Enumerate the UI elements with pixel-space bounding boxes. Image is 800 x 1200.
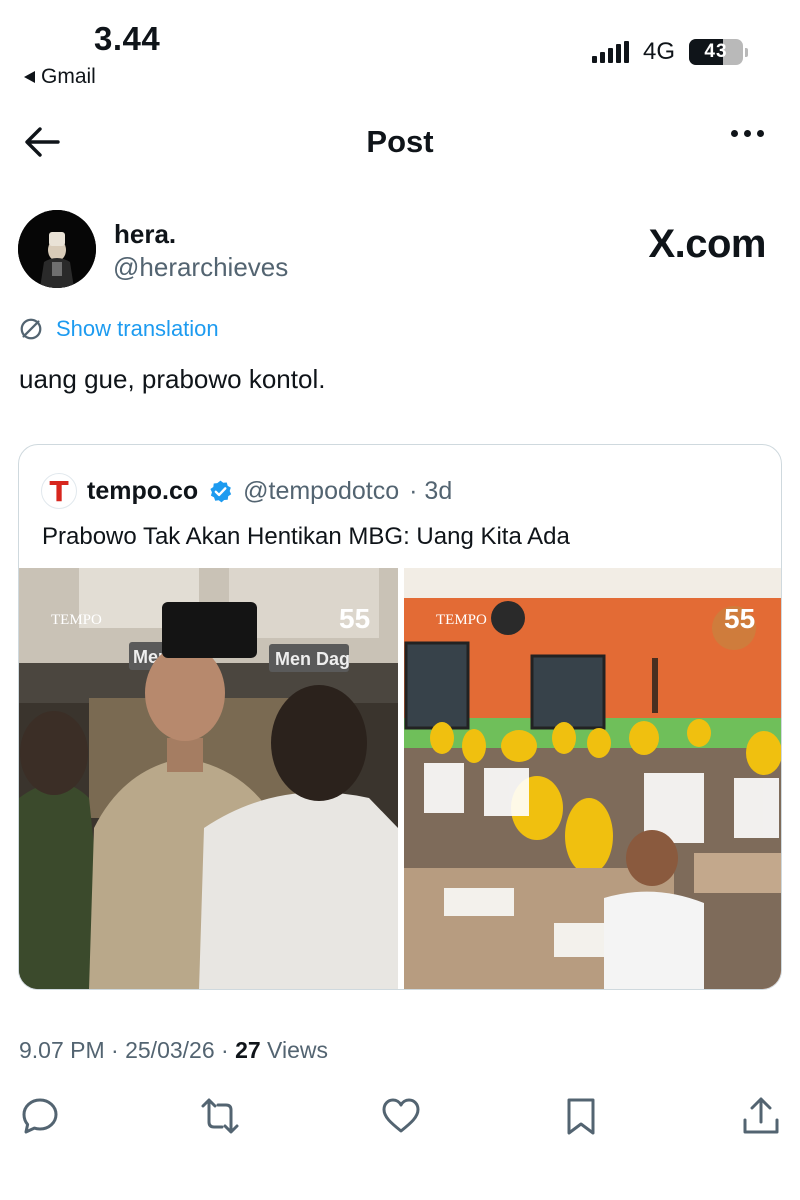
- views-label: Views: [260, 1037, 328, 1063]
- anniversary-badge-2: 55: [724, 603, 755, 634]
- author-name[interactable]: hera.: [114, 219, 176, 250]
- x-watermark: X.com: [648, 222, 766, 267]
- more-horizontal-icon[interactable]: [731, 130, 764, 137]
- status-time: 3.44: [94, 20, 161, 57]
- quoted-post-age: · 3d: [409, 476, 453, 505]
- back-to-app-link[interactable]: Gmail: [24, 65, 96, 89]
- translate-icon: [20, 318, 42, 340]
- tempo-watermark-1: TEMPO: [51, 612, 102, 628]
- post-timestamp: 9.07 PM · 25/03/26 ·: [19, 1037, 236, 1063]
- tempo-logo-letter: T: [49, 474, 69, 508]
- repost-icon[interactable]: [200, 1096, 240, 1136]
- heart-icon[interactable]: [381, 1096, 421, 1136]
- x-watermark-text: X.com: [648, 222, 766, 266]
- quoted-post-card[interactable]: T tempo.co @tempodotco · 3d Prabowo Tak …: [18, 444, 782, 990]
- reply-icon[interactable]: [20, 1096, 60, 1136]
- show-translation-label: Show translation: [56, 316, 219, 341]
- network-type: 4G: [642, 38, 675, 65]
- battery-icon: 43: [689, 39, 743, 65]
- avatar[interactable]: [18, 210, 96, 288]
- status-indicators: 4G 43: [591, 38, 748, 66]
- bookmark-icon[interactable]: [561, 1096, 601, 1136]
- views-count[interactable]: 27: [235, 1037, 261, 1063]
- anniversary-badge-1: 55: [339, 603, 370, 634]
- quoted-photo-1[interactable]: Men Men Dag TEMPO 55: [19, 568, 398, 989]
- quoted-photo-2[interactable]: TEMPO 55: [404, 568, 781, 989]
- author-handle[interactable]: @herarchieves: [113, 252, 288, 283]
- page-title: Post: [366, 124, 434, 159]
- back-app-label: Gmail: [41, 65, 96, 88]
- back-triangle-icon: [24, 71, 35, 83]
- quoted-post-header: T tempo.co @tempodotco · 3d: [41, 473, 452, 509]
- tempo-watermark-2: TEMPO: [436, 612, 487, 628]
- quoted-post-text: Prabowo Tak Akan Hentikan MBG: Uang Kita…: [42, 523, 570, 550]
- post-meta: 9.07 PM · 25/03/26 · 27 Views: [19, 1037, 328, 1064]
- tweet-text: uang gue, prabowo kontol.: [19, 364, 326, 394]
- placard-2-text: Men Dag: [275, 649, 350, 669]
- quoted-author-name[interactable]: tempo.co: [87, 477, 198, 506]
- show-translation-link[interactable]: Show translation: [18, 316, 219, 342]
- quoted-author-handle: @tempodotco: [243, 476, 400, 505]
- verified-badge-icon: [210, 480, 232, 502]
- share-icon[interactable]: [741, 1096, 781, 1136]
- battery-level: 43: [704, 41, 728, 62]
- tempo-logo-avatar[interactable]: T: [41, 473, 77, 509]
- signal-icon: [591, 41, 629, 63]
